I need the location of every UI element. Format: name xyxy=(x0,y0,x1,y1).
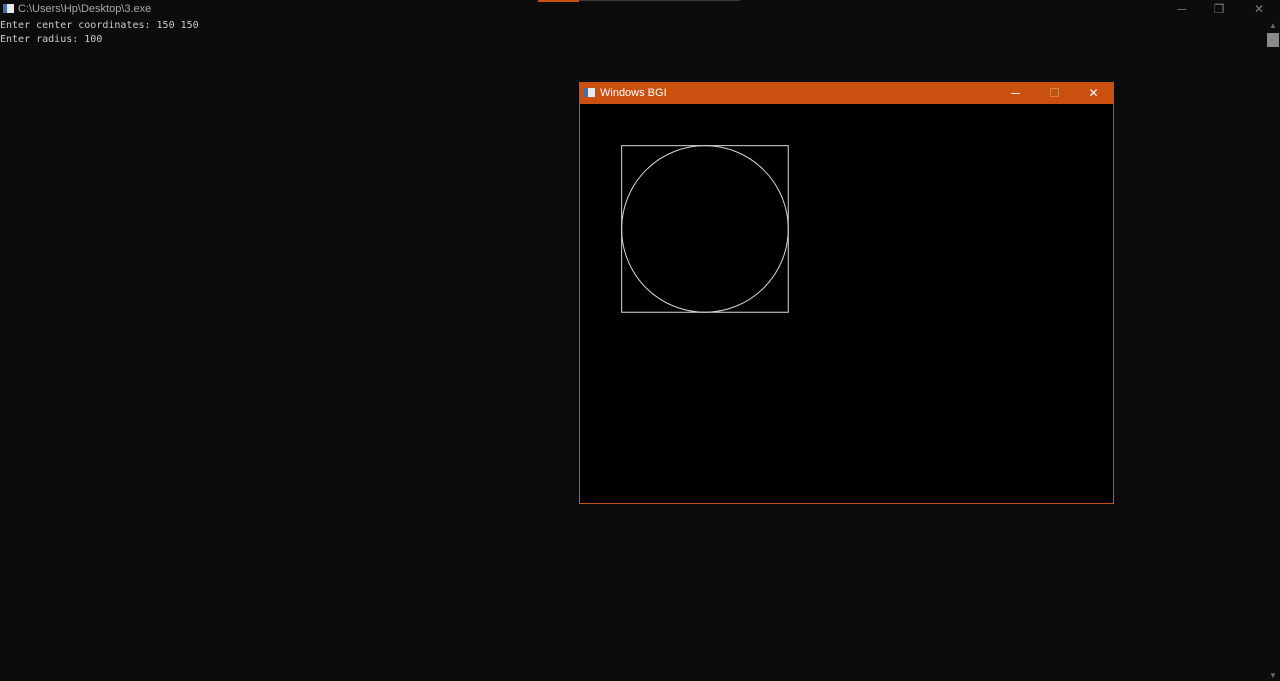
console-line: Enter radius: 100 xyxy=(0,33,103,45)
scroll-thumb[interactable] xyxy=(1267,33,1279,47)
active-tab-indicator xyxy=(538,0,579,2)
scroll-up-arrow-icon[interactable]: ▲ xyxy=(1266,21,1280,31)
bgi-titlebar[interactable]: Windows BGI ─ ☐ ✕ xyxy=(580,83,1113,104)
bgi-close-button[interactable]: ✕ xyxy=(1074,83,1113,104)
bgi-drawing-canvas xyxy=(621,145,789,313)
console-title: C:\Users\Hp\Desktop\3.exe xyxy=(18,3,152,15)
console-minimize-button[interactable]: ─ xyxy=(1162,0,1202,19)
bgi-minimize-button[interactable]: ─ xyxy=(996,83,1035,104)
console-app-icon xyxy=(3,4,14,13)
drawn-circle xyxy=(621,145,789,313)
bgi-window[interactable]: Windows BGI ─ ☐ ✕ xyxy=(579,82,1114,504)
console-close-button[interactable]: ✕ xyxy=(1239,0,1279,19)
console-restore-button[interactable]: ❐ xyxy=(1199,0,1239,19)
console-scrollbar[interactable]: ▲ ▼ xyxy=(1266,19,1280,681)
console-titlebar[interactable]: C:\Users\Hp\Desktop\3.exe ─ ❐ ✕ xyxy=(0,0,1280,19)
console-line: Enter center coordinates: 150 150 xyxy=(0,20,199,31)
scroll-down-arrow-icon[interactable]: ▼ xyxy=(1266,671,1280,681)
bounding-square xyxy=(621,145,789,313)
tab-indicator-track xyxy=(579,0,740,1)
bgi-maximize-button[interactable]: ☐ xyxy=(1035,83,1074,104)
bgi-app-icon xyxy=(584,88,595,97)
bgi-title: Windows BGI xyxy=(600,87,667,99)
